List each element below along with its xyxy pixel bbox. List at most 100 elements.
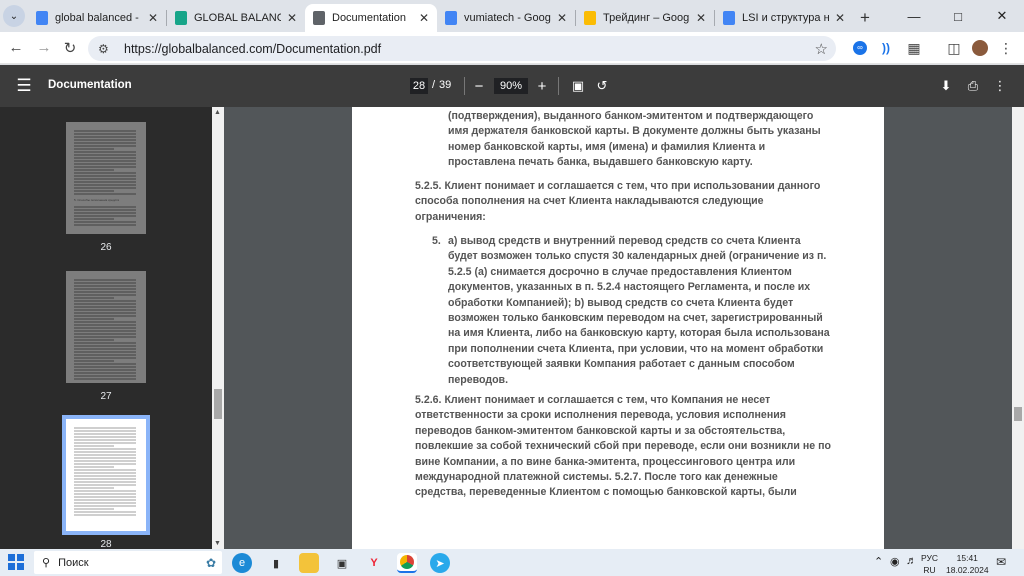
tab-2[interactable]: Documentation ✕	[305, 4, 437, 32]
minimize-button[interactable]: —	[892, 0, 936, 32]
profile-avatar[interactable]	[968, 36, 992, 60]
taskbar-search[interactable]: ⚲ Поиск ✿	[34, 551, 222, 574]
tab-0[interactable]: global balanced - Goog ✕	[28, 4, 166, 32]
rotate-icon[interactable]: ↺	[591, 75, 613, 97]
volume-icon[interactable]: ♬	[906, 555, 917, 567]
telegram-icon[interactable]: ➤	[430, 553, 450, 573]
tab-favicon-icon	[313, 11, 325, 25]
zoom-level-input[interactable]: 90%	[494, 78, 528, 94]
tab-close-icon[interactable]: ✕	[417, 11, 431, 25]
thumbnail-page-26[interactable]: 5. Способы пополнения средств	[66, 122, 146, 234]
thumbnail-page-27[interactable]	[66, 271, 146, 383]
print-icon[interactable]: ⎙	[962, 75, 984, 97]
tray-chevron-up-icon[interactable]: ⌃	[874, 555, 883, 568]
extension-icon[interactable]: ∞	[848, 36, 872, 60]
scroll-up-arrow-icon[interactable]: ▲	[214, 109, 221, 116]
network-icon[interactable]: ◉	[890, 555, 900, 568]
main-scrollbar[interactable]	[1012, 107, 1024, 549]
thumbnail-text-line	[74, 157, 136, 159]
thumbnail-text-line	[74, 502, 136, 504]
tab-close-icon[interactable]: ✕	[694, 11, 708, 25]
download-icon[interactable]: ⬇	[935, 75, 957, 97]
reload-button[interactable]: ↻	[56, 34, 84, 62]
chrome-icon[interactable]	[397, 553, 417, 573]
notification-icon[interactable]: ✉	[996, 555, 1006, 569]
more-options-icon[interactable]: ⋮	[989, 75, 1011, 97]
tab-title: Трейдинг – Google Ди	[603, 12, 690, 24]
puzzle-icon[interactable]: ▦	[902, 36, 926, 60]
thumbnail-text-line	[74, 448, 136, 450]
thumbnail-text-line	[74, 339, 114, 341]
thumbnail-text-line	[74, 354, 136, 356]
fit-page-icon[interactable]: ▣	[567, 75, 589, 97]
thumbnail-text-line	[74, 297, 114, 299]
thumbnail-text-line	[74, 484, 136, 486]
page-number-input[interactable]: 28	[410, 78, 428, 94]
sidebar-scrollbar[interactable]: ▲ ▼	[212, 107, 224, 549]
thumbnail-label: 28	[100, 539, 112, 549]
tab-close-icon[interactable]: ✕	[555, 11, 569, 25]
thumbnail-text-line	[74, 463, 136, 465]
scrollbar-thumb[interactable]	[1014, 407, 1022, 421]
site-info-icon[interactable]: ⚙	[98, 42, 116, 56]
clock[interactable]: 15:41 18.02.2024	[946, 552, 989, 576]
language-region: RU	[923, 565, 936, 575]
hamburger-menu-icon[interactable]: ☰	[12, 74, 36, 98]
thumbnail-text-line	[74, 496, 136, 498]
tab-1[interactable]: GLOBAL BALANCED FU ✕	[167, 4, 305, 32]
list-item-restrictions: a) вывод средств и внутренний перевод ср…	[448, 234, 878, 388]
tab-favicon-icon	[584, 11, 596, 25]
start-button[interactable]	[8, 554, 24, 570]
tab-close-icon[interactable]: ✕	[833, 11, 847, 25]
maximize-button[interactable]: □	[936, 0, 980, 32]
address-bar[interactable]: ⚙ https://globalbalanced.com/Documentati…	[88, 36, 836, 61]
audio-extension-icon[interactable]: ))	[874, 36, 898, 60]
thumbnail-text-line	[74, 475, 136, 477]
tab-title: global balanced - Goog	[55, 12, 142, 24]
tab-3[interactable]: vumiatech - Google До ✕	[437, 4, 575, 32]
tab-4[interactable]: Трейдинг – Google Ди ✕	[576, 4, 714, 32]
thumbnail-text-line	[74, 282, 136, 284]
tab-close-icon[interactable]: ✕	[146, 11, 160, 25]
side-panel-icon[interactable]: ◫	[942, 36, 966, 60]
bookmark-star-icon[interactable]: ☆	[815, 40, 828, 58]
edge-icon[interactable]: e	[232, 553, 252, 573]
thumbnail-text-line	[74, 303, 136, 305]
zoom-in-button[interactable]: +	[531, 75, 553, 97]
text-line: проставлена печать банка, выдавшего банк…	[448, 156, 753, 169]
text-line: имя держателя банковской карты. В докуме…	[448, 125, 821, 138]
task-view-icon[interactable]: ▮	[266, 553, 286, 573]
thumbnail-text-line	[74, 445, 114, 447]
page-total: 39	[439, 79, 452, 91]
back-button[interactable]: ←	[2, 34, 30, 62]
text-line: международной платежной системы. 5.2.7. …	[415, 471, 778, 484]
chevron-down-icon: ⌄	[3, 5, 25, 27]
thumbnail-label: 26	[100, 242, 112, 253]
windows-taskbar: ⚲ Поиск ✿ e ▮ ▣ Y ➤ ⌃ ◉ ♬ РУС RU 15:41 1…	[0, 549, 1024, 576]
yandex-browser-icon[interactable]: Y	[364, 553, 384, 573]
tab-close-icon[interactable]: ✕	[285, 11, 299, 25]
thumbnail-page-28[interactable]	[62, 415, 150, 535]
zoom-out-button[interactable]: −	[468, 75, 490, 97]
paragraph-5-2-5: 5.2.5. Клиент понимает и соглашается с т…	[415, 179, 875, 225]
scrollbar-thumb[interactable]	[214, 389, 222, 419]
language-code: РУС	[921, 553, 939, 563]
tab-favicon-icon	[36, 11, 48, 25]
photos-icon[interactable]: ▣	[332, 553, 352, 573]
tab-search-button[interactable]: ⌄	[0, 0, 28, 32]
file-explorer-icon[interactable]	[299, 553, 319, 573]
scroll-down-arrow-icon[interactable]: ▼	[214, 540, 221, 547]
tab-5[interactable]: LSI и структура новые ✕	[715, 4, 853, 32]
close-window-button[interactable]: ✕	[980, 0, 1024, 32]
new-tab-button[interactable]: +	[853, 4, 877, 32]
thumbnail-text-line	[74, 163, 136, 165]
thumbnail-text-line	[74, 457, 136, 459]
thumbnail-text-line	[74, 318, 114, 320]
language-indicator[interactable]: РУС RU	[921, 552, 938, 576]
text-line: переводов.	[448, 373, 509, 386]
forward-button[interactable]: →	[30, 34, 58, 62]
text-line: ограничения:	[415, 210, 486, 223]
text-line: способа пополнения на счет Клиента накла…	[415, 195, 764, 208]
chrome-menu-icon[interactable]: ⋮	[994, 36, 1018, 60]
address-url[interactable]: https://globalbalanced.com/Documentation…	[124, 42, 815, 56]
